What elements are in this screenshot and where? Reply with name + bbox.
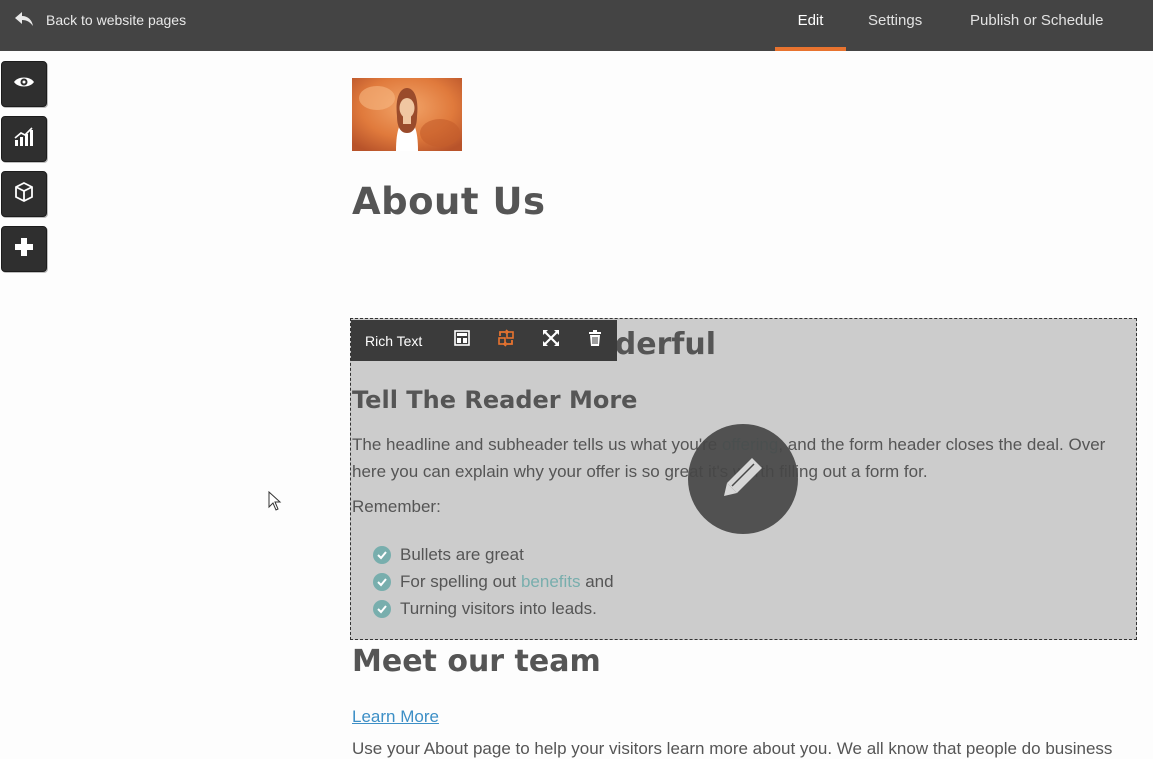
delete-module-button[interactable] <box>573 320 617 361</box>
tab-edit[interactable]: Edit <box>775 0 846 51</box>
benefits-link[interactable]: benefits <box>521 572 581 591</box>
learn-more-link[interactable]: Learn More <box>352 707 439 727</box>
list-item: Bullets are great <box>373 541 614 568</box>
eye-icon <box>13 71 35 98</box>
bullet-list: Bullets are great For spelling out benef… <box>373 541 614 622</box>
remember-text: Remember: <box>352 497 441 516</box>
top-bar: Back to website pages Edit Settings Publ… <box>0 0 1153 51</box>
check-circle-icon <box>373 545 391 564</box>
header-image[interactable] <box>352 78 462 151</box>
check-circle-icon <box>373 599 391 618</box>
trash-icon <box>586 329 604 352</box>
preview-button[interactable] <box>1 61 47 107</box>
module-type-label: Rich Text <box>365 332 423 349</box>
module-toolbar: Rich Text <box>351 320 617 361</box>
move-module-button[interactable] <box>529 320 573 361</box>
tab-settings[interactable]: Settings <box>868 0 922 51</box>
list-item: For spelling out benefits and <box>373 568 614 595</box>
edit-module-button[interactable] <box>688 424 798 534</box>
add-module-button[interactable] <box>1 226 47 272</box>
modules-button[interactable] <box>1 171 47 217</box>
layout-button[interactable] <box>440 320 484 361</box>
back-arrow-icon <box>14 10 34 31</box>
back-label: Back to website pages <box>46 12 187 28</box>
plus-icon <box>13 236 35 263</box>
list-item: Turning visitors into leads. <box>373 595 614 622</box>
analytics-icon <box>13 126 35 153</box>
page-title: About Us <box>352 180 546 223</box>
layout-icon <box>453 329 471 352</box>
analytics-button[interactable] <box>1 116 47 162</box>
back-to-website-pages-link[interactable]: Back to website pages <box>14 0 186 40</box>
swap-icon <box>497 329 515 352</box>
swap-module-button[interactable] <box>484 320 528 361</box>
module-subheading: Tell The Reader More <box>352 386 638 414</box>
pencil-icon <box>720 454 766 505</box>
cross-arrows-icon <box>542 329 560 352</box>
tab-publish-or-schedule[interactable]: Publish or Schedule <box>970 0 1103 51</box>
section-heading-meet-our-team: Meet our team <box>352 644 601 679</box>
mouse-pointer-icon <box>268 490 282 511</box>
check-circle-icon <box>373 572 391 591</box>
about-body-text: Use your About page to help your visitor… <box>352 739 1113 758</box>
cube-icon <box>13 181 35 208</box>
